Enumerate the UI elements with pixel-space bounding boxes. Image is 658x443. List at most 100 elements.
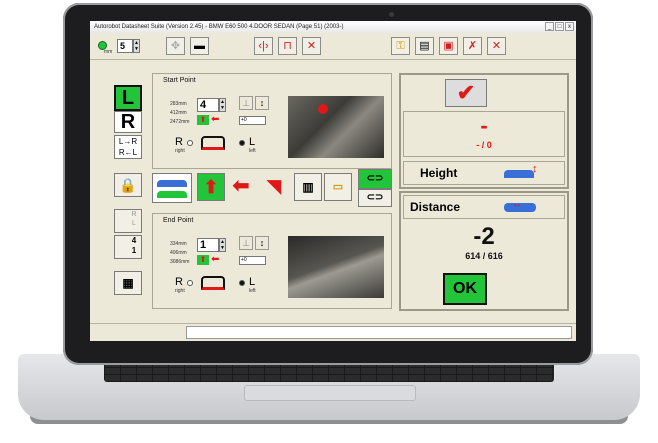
- bottom-bar: [90, 323, 576, 341]
- height-value: -: [480, 113, 488, 138]
- start-height-icon[interactable]: ⊥: [239, 96, 253, 110]
- height-value-box: - - / 0: [403, 111, 565, 157]
- end-right-sub: right: [175, 288, 185, 294]
- start-point-title: Start Point: [163, 77, 196, 84]
- distance-value: -2: [473, 223, 495, 250]
- webcam: [389, 12, 394, 17]
- side-right-button[interactable]: R: [114, 111, 142, 133]
- ruler-button[interactable]: ▭: [324, 173, 352, 201]
- height-arrow-icon: ↕: [532, 163, 538, 175]
- save-icon[interactable]: ▣: [439, 37, 458, 55]
- cabinet-icon: ▦: [122, 276, 134, 290]
- end-left-radio[interactable]: [239, 280, 245, 286]
- height-label-row: Height ↕: [403, 161, 565, 185]
- end-measure-x: 334mm: [170, 241, 187, 247]
- start-left-sub: left: [249, 148, 256, 154]
- car-top-view-button[interactable]: ⊂⊃: [358, 169, 392, 189]
- end-point-photo: [288, 236, 384, 298]
- start-right-radio[interactable]: [187, 140, 193, 146]
- start-measure-x: 283mm: [170, 101, 187, 107]
- end-r-label: R: [175, 276, 183, 288]
- camera-icon[interactable]: ▬: [190, 37, 209, 55]
- check-icon: ✔: [456, 80, 476, 105]
- exit-icon[interactable]: ✕: [487, 37, 506, 55]
- swap-r-to-l: R←L: [118, 148, 138, 157]
- step-spinner[interactable]: ▲ ▼: [133, 39, 140, 53]
- start-point-spinner[interactable]: ▲ ▼: [219, 98, 226, 112]
- start-point-input[interactable]: 4: [197, 98, 219, 112]
- swap-r-label: R: [131, 211, 137, 218]
- car-icon-green: [157, 191, 187, 198]
- ok-label: OK: [453, 280, 477, 297]
- close-icon[interactable]: ✕: [302, 37, 321, 55]
- start-ruler-icon[interactable]: ↕: [255, 96, 269, 110]
- frame-icon[interactable]: ⊓: [278, 37, 297, 55]
- archive-button[interactable]: ▦: [114, 271, 142, 295]
- printer-icon[interactable]: ▤: [415, 37, 434, 55]
- side-left-button[interactable]: L: [114, 85, 142, 111]
- start-car-front-icon: [201, 136, 225, 150]
- lock-button[interactable]: 🔒: [114, 173, 142, 197]
- start-l-label: L: [249, 136, 256, 148]
- end-right-radio[interactable]: [187, 280, 193, 286]
- car-view-button[interactable]: [152, 173, 192, 203]
- height-panel: ✔ - - / 0 Height ↕: [399, 73, 569, 189]
- swap-rl-button[interactable]: R L: [114, 209, 142, 233]
- end-measure-z: 3086mm: [170, 259, 190, 265]
- swap-l-label: L: [132, 220, 136, 227]
- start-measure-y: 412mm: [170, 110, 187, 116]
- close-window-button[interactable]: x: [565, 22, 574, 31]
- end-arrow-up-icon[interactable]: ⬆: [197, 255, 209, 265]
- distance-panel: Distance ↔ -2 614 / 616 OK: [399, 191, 569, 311]
- start-left-radio[interactable]: [239, 140, 245, 146]
- side-swap-button[interactable]: L→R R←L: [114, 135, 142, 159]
- distance-label-row: Distance ↔: [403, 195, 565, 219]
- measure-up-button[interactable]: ⬆: [197, 173, 225, 201]
- measure-left-button[interactable]: ⬅: [227, 173, 255, 201]
- maximize-button[interactable]: □: [555, 22, 564, 31]
- car-icon: [157, 180, 187, 187]
- confirm-button[interactable]: ✔: [445, 79, 487, 107]
- end-point-title: End Point: [163, 217, 194, 224]
- end-point-panel: End Point 334mm 406mm 3086mm 1 ▲ ▼ ⬆ ⬅ ⊥ …: [152, 213, 392, 309]
- start-photo-marker: [318, 104, 328, 114]
- start-right-sub: right: [175, 148, 185, 154]
- end-ruler-icon[interactable]: ↕: [255, 236, 269, 250]
- end-arrow-left-icon[interactable]: ⬅: [211, 255, 223, 265]
- distance-sub-value: 614 / 616: [465, 251, 503, 261]
- end-measure-y: 406mm: [170, 250, 187, 256]
- swap-points-button[interactable]: 4 1: [114, 235, 142, 259]
- end-offset-select[interactable]: +0: [239, 256, 266, 265]
- laptop-trackpad: [244, 385, 416, 401]
- distance-label: Distance: [410, 200, 461, 214]
- print-sheet-button[interactable]: ▥: [294, 173, 322, 201]
- target-icon[interactable]: ✥: [166, 37, 185, 55]
- end-left-sub: left: [249, 288, 256, 294]
- start-arrow-left-icon[interactable]: ⬅: [211, 115, 223, 125]
- status-field: [186, 326, 572, 339]
- height-car-icon: [504, 170, 534, 178]
- step-input[interactable]: 5: [117, 39, 133, 53]
- start-arrow-up-icon[interactable]: ⬆: [197, 115, 209, 125]
- end-car-front-icon: [201, 276, 225, 290]
- distance-value-box: -2 614 / 616: [403, 223, 565, 269]
- window-title: Autorobot Datasheet Suite (Version 2.45)…: [94, 24, 344, 30]
- measure-corner-button[interactable]: ◥: [260, 173, 288, 201]
- swap-1-label: 1: [131, 246, 137, 255]
- end-height-icon[interactable]: ⊥: [239, 236, 253, 250]
- align-center-icon[interactable]: ‹|›: [254, 37, 273, 55]
- key-icon[interactable]: ⚿: [391, 37, 410, 55]
- start-offset-select[interactable]: +0: [239, 116, 266, 125]
- distance-arrow-icon: ↔: [512, 199, 522, 210]
- swap-4-label: 4: [131, 236, 137, 245]
- toolbar: mm 5 ▲ ▼ ✥ ▬ ‹|› ⊓ ✕ ⚿ ▤ ▣ ✗ ✕: [90, 33, 576, 60]
- minimize-button[interactable]: _: [545, 22, 554, 31]
- end-point-input[interactable]: 1: [197, 238, 219, 252]
- ok-button[interactable]: OK: [443, 273, 487, 305]
- start-point-panel: Start Point 283mm 412mm 2472mm 4 ▲ ▼ ⬆ ⬅ …: [152, 73, 392, 169]
- end-point-spinner[interactable]: ▲ ▼: [219, 238, 226, 252]
- car-side-view-button[interactable]: ⊂⊃: [358, 189, 392, 207]
- start-point-photo: [288, 96, 384, 158]
- tools-icon[interactable]: ✗: [463, 37, 482, 55]
- start-r-label: R: [175, 136, 183, 148]
